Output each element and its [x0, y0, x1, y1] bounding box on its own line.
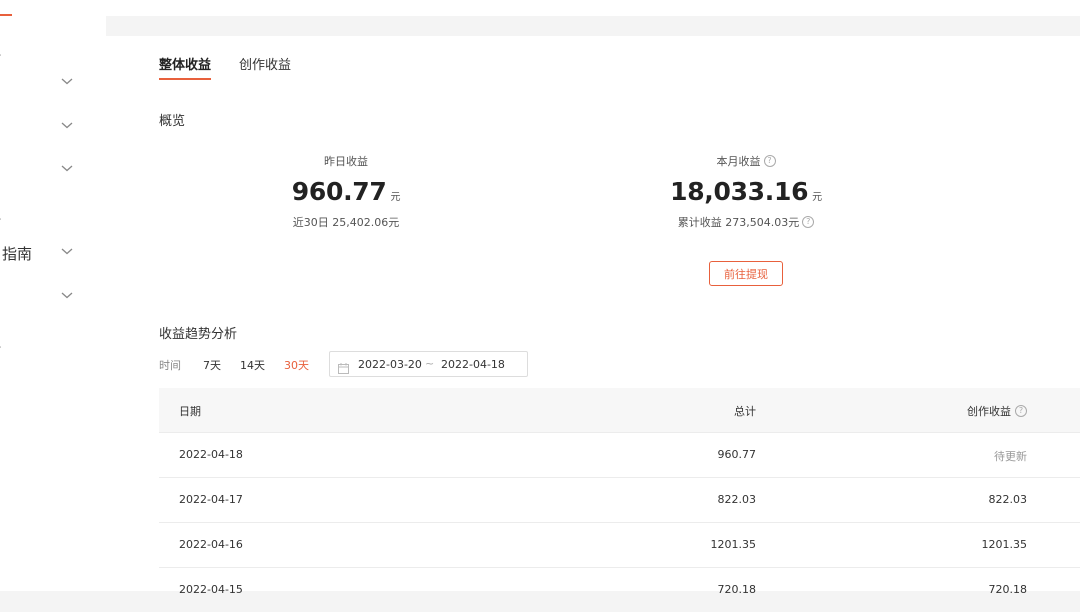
cell-creation: 822.03 [988, 493, 1028, 506]
date-range-picker[interactable]: 2022-03-20 ~ 2022-04-18 [329, 351, 528, 377]
table-row: 2022-04-18 960.77 待更新 [159, 432, 1080, 477]
sidebar-item-7[interactable] [0, 282, 106, 312]
sidebar-item-guide[interactable]: 指南 [0, 238, 106, 268]
header-creation-label: 创作收益 [967, 405, 1011, 418]
chevron-down-icon[interactable] [60, 76, 74, 86]
stat-yesterday-value: 960.77 元 [266, 177, 426, 206]
sidebar-item-label: 、 [0, 332, 10, 352]
stat-unit: 元 [812, 192, 822, 203]
sidebar-item-3[interactable] [0, 112, 106, 142]
sidebar-item-8[interactable]: 、 [0, 326, 106, 356]
stat-label-text: 本月收益 [716, 155, 761, 168]
chevron-down-icon[interactable] [60, 163, 74, 173]
tab-label: 创作收益 [239, 58, 292, 73]
cell-date: 2022-04-15 [179, 583, 243, 596]
table-row: 2022-04-15 720.18 720.18 [159, 567, 1080, 612]
income-table: 日期 总计 创作收益? 2022-04-18 960.77 待更新 2022-0… [159, 388, 1080, 612]
sidebar-item-label: 、 [0, 204, 10, 224]
sidebar: 、 、 指南 、 [0, 16, 106, 591]
sidebar-item-label: 、 [0, 40, 10, 60]
table-header: 日期 总计 创作收益? [159, 388, 1080, 432]
table-row: 2022-04-16 1201.35 1201.35 [159, 522, 1080, 567]
date-end[interactable]: 2022-04-18 [441, 358, 505, 371]
help-icon[interactable]: ? [1015, 405, 1027, 417]
stat-sub-text: 累计收益 273,504.03元 [677, 216, 800, 229]
range-7-days[interactable]: 7天 [203, 357, 221, 373]
stat-month-sub: 累计收益 273,504.03元? [677, 214, 815, 230]
cell-creation: 1201.35 [981, 538, 1028, 551]
tab-overall-income[interactable]: 整体收益 [159, 54, 212, 80]
stat-value-text: 18,033.16 [670, 177, 809, 206]
stat-yesterday-label: 昨日收益 [324, 153, 368, 169]
calendar-icon [338, 359, 349, 374]
withdraw-button[interactable]: 前往提现 [709, 261, 783, 286]
sidebar-item-1[interactable]: 、 [0, 34, 106, 64]
stat-yesterday: 昨日收益 960.77 元 近30日 25,402.06元 [266, 150, 426, 230]
cell-creation: 720.18 [988, 583, 1028, 596]
sidebar-item-5[interactable]: 、 [0, 198, 106, 228]
cell-total: 960.77 [717, 448, 757, 461]
date-start[interactable]: 2022-03-20 [358, 358, 422, 371]
stat-label-text: 昨日收益 [324, 155, 368, 168]
help-icon[interactable]: ? [763, 155, 776, 167]
cell-date: 2022-04-17 [179, 493, 243, 506]
stat-month-label: 本月收益? [717, 153, 776, 169]
table-row: 2022-04-17 822.03 822.03 [159, 477, 1080, 522]
stat-month: 本月收益? 18,033.16 元 累计收益 273,504.03元? [646, 150, 846, 230]
sidebar-item-label: 指南 [2, 245, 33, 263]
date-separator: ~ [425, 357, 435, 370]
chevron-down-icon[interactable] [60, 290, 74, 300]
sidebar-item-4[interactable] [0, 155, 106, 185]
cell-date: 2022-04-18 [179, 448, 243, 461]
chevron-down-icon[interactable] [60, 120, 74, 130]
stat-unit: 元 [390, 192, 401, 203]
overview-title: 概览 [159, 114, 186, 129]
tab-label: 整体收益 [159, 58, 212, 73]
cell-total: 720.18 [717, 583, 757, 596]
trend-title: 收益趋势分析 [159, 327, 238, 342]
main-panel: 整体收益 创作收益 概览 昨日收益 960.77 元 近30日 25,402.06… [106, 36, 1080, 596]
stat-yesterday-sub: 近30日 25,402.06元 [293, 214, 399, 230]
stat-value-text: 960.77 [291, 177, 387, 206]
header-date: 日期 [179, 405, 201, 418]
tab-active-underline [159, 78, 212, 80]
cell-creation: 待更新 [994, 450, 1027, 463]
cell-total: 1201.35 [710, 538, 757, 551]
header-total: 总计 [734, 405, 756, 418]
time-label: 时间 [159, 359, 181, 372]
stat-sub-text: 近30日 25,402.06元 [292, 216, 400, 229]
cell-date: 2022-04-16 [179, 538, 243, 551]
cell-total: 822.03 [717, 493, 757, 506]
range-30-days[interactable]: 30天 [284, 357, 309, 373]
tab-creation-income[interactable]: 创作收益 [239, 54, 291, 73]
header-creation: 创作收益? [967, 403, 1027, 419]
chevron-down-icon[interactable] [60, 246, 74, 256]
stat-month-value: 18,033.16 元 [646, 177, 846, 206]
help-icon[interactable]: ? [802, 216, 815, 228]
top-bar [0, 0, 1080, 16]
sidebar-item-2[interactable] [0, 68, 106, 98]
range-14-days[interactable]: 14天 [240, 357, 265, 373]
